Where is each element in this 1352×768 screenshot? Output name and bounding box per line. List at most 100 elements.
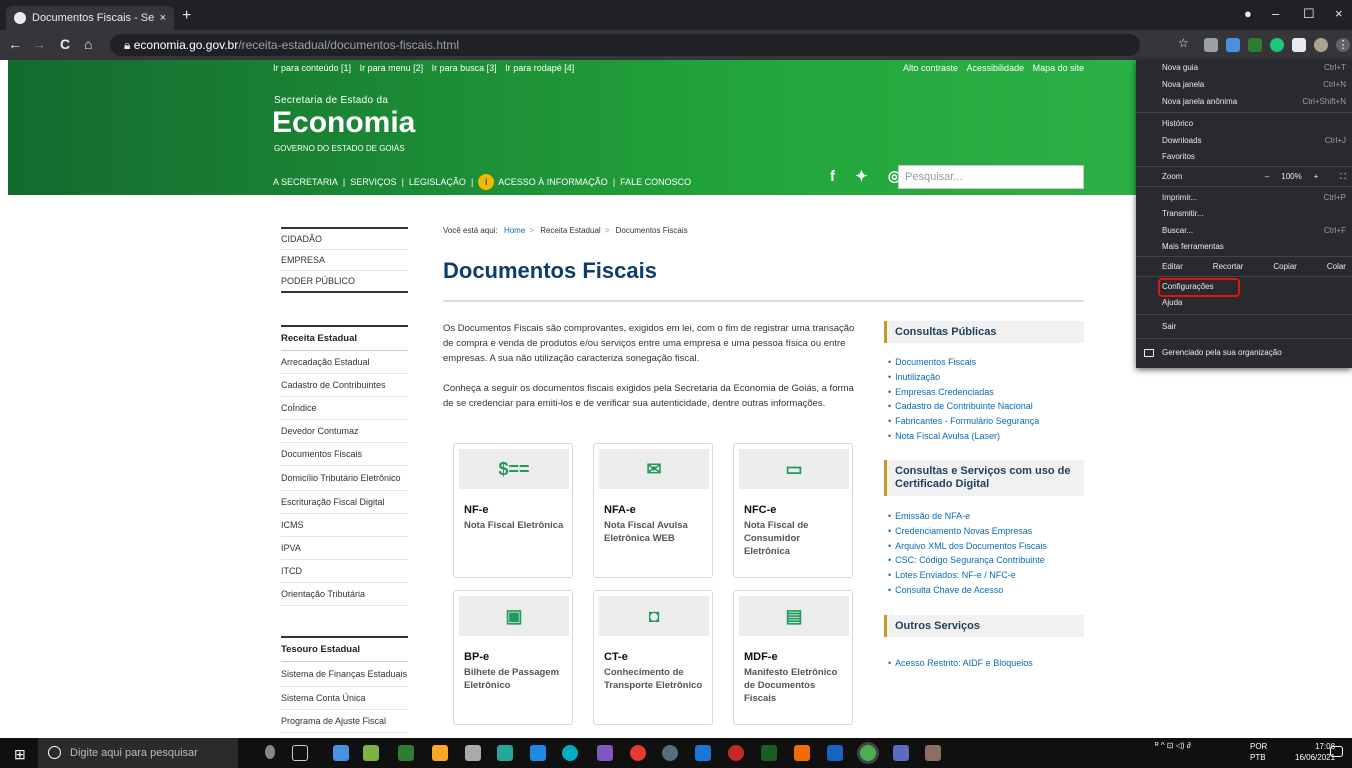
skip-footer-link[interactable]: Ir para rodapé [4] <box>505 63 574 73</box>
copy-button[interactable]: Copiar <box>1273 262 1297 271</box>
nav-servicos[interactable]: SERVIÇOS <box>350 177 396 187</box>
sidebar-item[interactable]: IPVA <box>281 537 408 560</box>
word-icon[interactable] <box>827 745 843 761</box>
skip-content-link[interactable]: Ir para conteúdo [1] <box>273 63 351 73</box>
list-item[interactable]: Empresas Credenciadas <box>888 385 1039 400</box>
app-icon[interactable] <box>893 745 909 761</box>
sidebar-item[interactable]: ICMS <box>281 514 408 537</box>
sidebar-item[interactable]: Domicílio Tributário Eletrônico <box>281 466 408 491</box>
extension-icon[interactable] <box>1204 38 1218 52</box>
close-window-button[interactable]: × <box>1335 6 1343 21</box>
accessibility-link[interactable]: Acessibilidade <box>967 63 1025 73</box>
list-item[interactable]: Fabricantes - Formulário Segurança <box>888 414 1039 429</box>
app-icon[interactable] <box>333 745 349 761</box>
zoom-out-button[interactable]: – <box>1265 172 1269 182</box>
list-item[interactable]: Documentos Fiscais <box>888 355 1039 370</box>
menu-dots-icon[interactable]: ⋮ <box>1336 38 1350 52</box>
menu-help[interactable]: Ajuda <box>1162 298 1346 307</box>
mic-icon[interactable] <box>265 745 275 759</box>
breadcrumb-receita[interactable]: Receita Estadual <box>540 226 600 235</box>
back-button[interactable]: ← <box>8 36 22 52</box>
skip-menu-link[interactable]: Ir para menu [2] <box>360 63 424 73</box>
list-item[interactable]: CSC: Código Segurança Contribuinte <box>888 553 1047 568</box>
menu-exit[interactable]: Sair <box>1162 322 1346 331</box>
menu-cast[interactable]: Transmitir... <box>1162 209 1346 218</box>
app-icon[interactable] <box>530 745 546 761</box>
menu-downloads[interactable]: Downloads Ctrl+J <box>1162 136 1346 145</box>
sidebar-item[interactable]: Sistema Conta Única <box>281 687 408 710</box>
list-item[interactable]: Lotes Enviados: NF-e / NFC-e <box>888 568 1047 583</box>
new-tab-button[interactable]: + <box>182 7 191 25</box>
menu-new-window[interactable]: Nova janela Ctrl+N <box>1162 80 1346 89</box>
app-icon[interactable] <box>662 745 678 761</box>
logo-secretaria[interactable]: Secretaria de Estado da <box>274 95 388 106</box>
paste-button[interactable]: Colar <box>1327 262 1346 271</box>
sidebar-item[interactable]: Escrituração Fiscal Digital <box>281 491 408 514</box>
menu-cidadao[interactable]: CIDADÃO <box>281 229 408 250</box>
list-item[interactable]: Emissão de NFA-e <box>888 509 1047 524</box>
zoom-in-button[interactable]: + <box>1314 172 1319 182</box>
profile-icon[interactable]: ● <box>1244 6 1252 21</box>
card-nfae[interactable]: ✉ NFA-e Nota Fiscal Avulsa Eletrônica WE… <box>593 443 713 578</box>
windows-start-icon[interactable]: ⊞ <box>14 746 26 763</box>
sidebar-item[interactable]: Devedor Contumaz <box>281 420 408 443</box>
menu-poder-publico[interactable]: PODER PÚBLICO <box>281 271 408 291</box>
vscode-icon[interactable] <box>695 745 711 761</box>
avatar[interactable] <box>1314 38 1328 52</box>
menu-new-tab[interactable]: Nova guia Ctrl+T <box>1162 63 1346 72</box>
puzzle-icon[interactable] <box>1292 38 1306 52</box>
menu-find[interactable]: Buscar... Ctrl+F <box>1162 226 1346 235</box>
minimize-button[interactable]: – <box>1272 6 1279 21</box>
sitemap-link[interactable]: Mapa do site <box>1033 63 1085 73</box>
menu-empresa[interactable]: EMPRESA <box>281 250 408 271</box>
sidebar-item[interactable]: Orientação Tributária <box>281 583 408 606</box>
reload-button[interactable]: C <box>60 36 70 52</box>
address-bar[interactable]: 🔒︎ economia.go.gov.br/receita-estadual/d… <box>110 34 1140 56</box>
logo-economia[interactable]: Economia <box>272 106 415 140</box>
managed-notice[interactable]: Gerenciado pela sua organização <box>1144 348 1282 357</box>
app-icon[interactable] <box>925 745 941 761</box>
cut-button[interactable]: Recortar <box>1213 262 1244 271</box>
high-contrast-link[interactable]: Alto contraste <box>903 63 958 73</box>
app-icon[interactable] <box>497 745 513 761</box>
notification-icon[interactable] <box>1330 746 1343 757</box>
menu-more-tools[interactable]: Mais ferramentas <box>1162 242 1346 251</box>
app-icon[interactable] <box>597 745 613 761</box>
app-icon[interactable] <box>398 745 414 761</box>
list-item[interactable]: Consulta Chave de Acesso <box>888 583 1047 598</box>
excel-icon[interactable] <box>761 745 777 761</box>
language-indicator[interactable]: POR PTB <box>1250 741 1267 763</box>
sidebar-item[interactable]: Documentos Fiscais <box>281 443 408 466</box>
list-item[interactable]: Cadastro de Contribuinte Nacional <box>888 399 1039 414</box>
nav-secretaria[interactable]: A SECRETARIA <box>273 177 338 187</box>
list-item[interactable]: Credenciamento Novas Empresas <box>888 524 1047 539</box>
nav-acesso-informacao[interactable]: ACESSO À INFORMAÇÃO <box>498 177 608 187</box>
sidebar-item[interactable]: Programa de Ajuste Fiscal <box>281 710 408 733</box>
app-icon[interactable] <box>630 745 646 761</box>
app-icon[interactable] <box>465 745 481 761</box>
maximize-button[interactable]: ☐ <box>1303 6 1315 22</box>
list-item[interactable]: Arquivo XML dos Documentos Fiscais <box>888 539 1047 554</box>
forward-button[interactable]: → <box>32 36 46 52</box>
card-mdfe[interactable]: ▤ MDF-e Manifesto Eletrônico de Document… <box>733 590 853 725</box>
sidebar-item[interactable]: ITCD <box>281 560 408 583</box>
menu-print[interactable]: Imprimir... Ctrl+P <box>1162 193 1346 202</box>
app-icon[interactable] <box>363 745 379 761</box>
search-input[interactable]: Pesquisar... <box>898 165 1084 189</box>
sidebar-item[interactable]: Sistema de Finanças Estaduais <box>281 662 408 687</box>
sidebar-item[interactable]: CoÍndice <box>281 397 408 420</box>
card-nfce[interactable]: ▭ NFC-e Nota Fiscal de Consumidor Eletrô… <box>733 443 853 578</box>
tab-close-icon[interactable]: × <box>160 12 166 24</box>
nav-fale-conosco[interactable]: FALE CONOSCO <box>620 177 691 187</box>
home-button[interactable]: ⌂ <box>84 36 92 52</box>
browser-tab[interactable]: Documentos Fiscais - Secretaria d × <box>6 6 174 30</box>
system-tray[interactable]: ᴿ ^ ⊡ ◁) ∂ <box>1155 741 1191 750</box>
task-view-icon[interactable] <box>292 745 308 761</box>
bookmark-star-icon[interactable]: ☆ <box>1178 36 1192 50</box>
extension-icon[interactable] <box>1270 38 1284 52</box>
extension-icon[interactable] <box>1226 38 1240 52</box>
sidebar-item[interactable]: Cadastro de Contribuintes <box>281 374 408 397</box>
list-item[interactable]: Inutilização <box>888 370 1039 385</box>
list-item[interactable]: Nota Fiscal Avulsa (Laser) <box>888 429 1039 444</box>
list-item[interactable]: Acesso Restrito: AIDF e Bloqueios <box>888 656 1033 671</box>
